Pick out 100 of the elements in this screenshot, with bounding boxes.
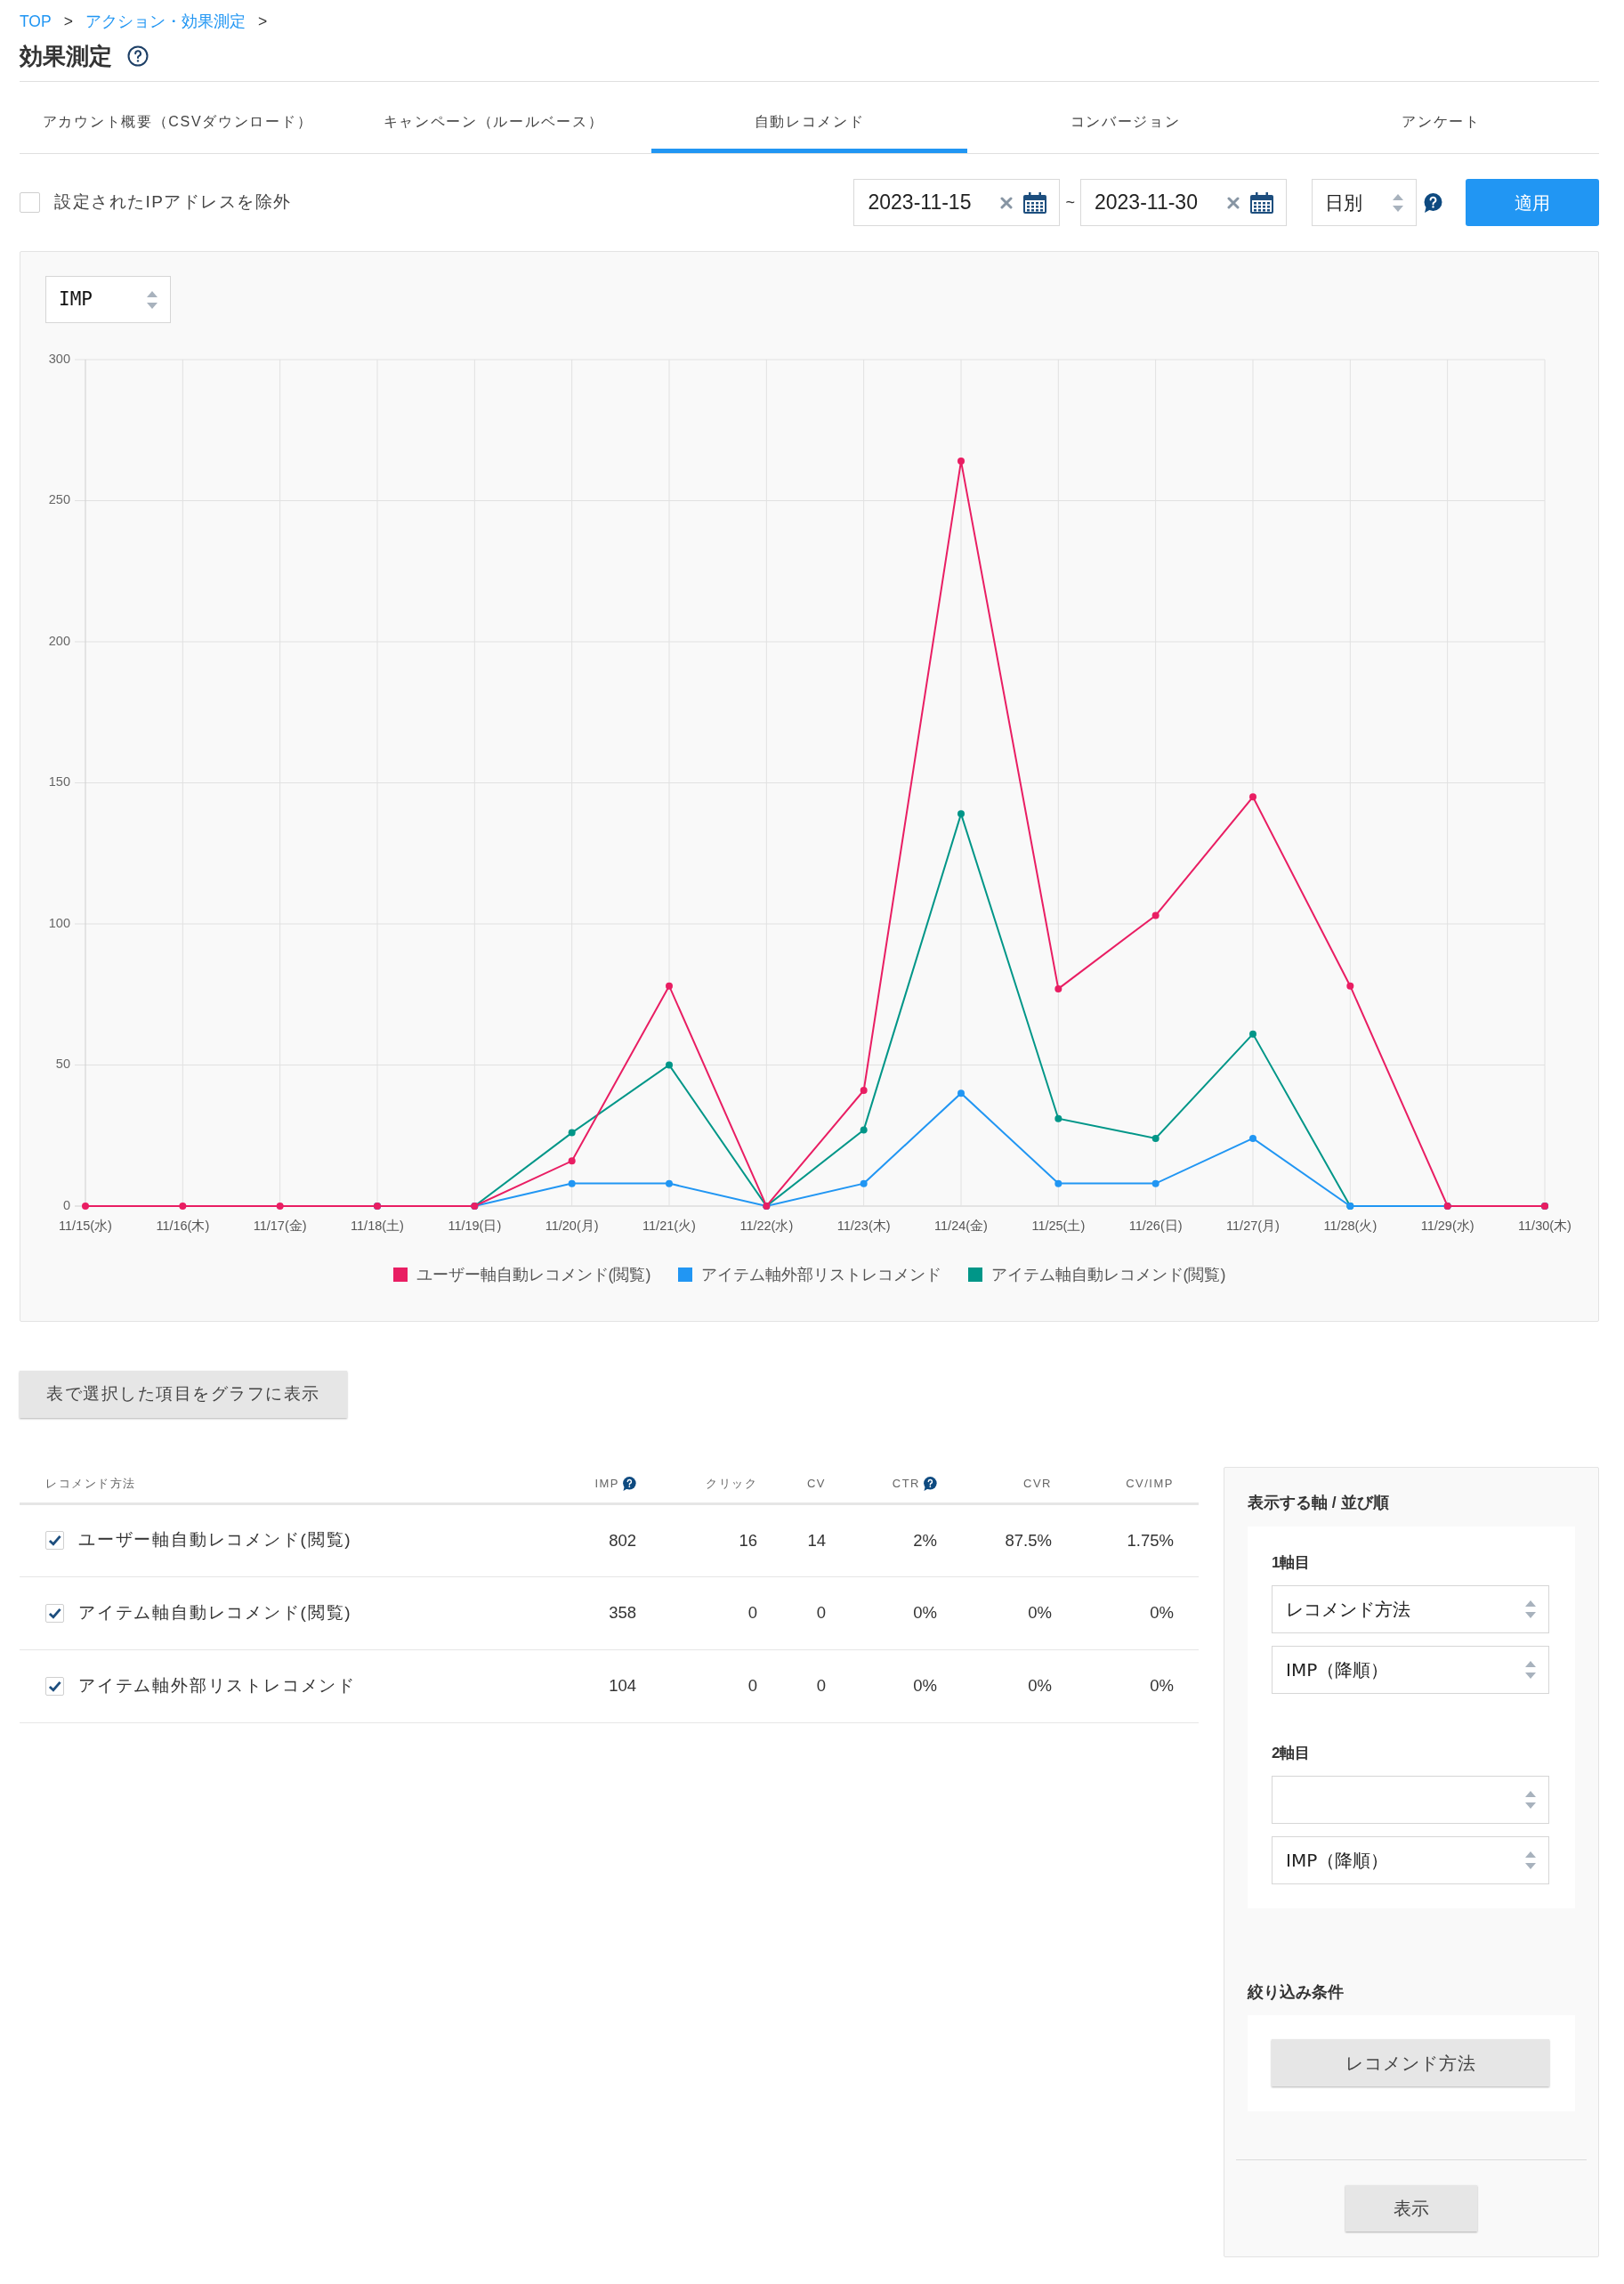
tab[interactable]: アンケート xyxy=(1283,82,1599,153)
section-title: 表示する軸 / 並び順 xyxy=(1248,1494,1390,1511)
close-icon[interactable] xyxy=(1000,196,1014,209)
y-axis-label: 150 xyxy=(48,774,70,790)
table-cell: 0 xyxy=(816,1676,826,1696)
data-point xyxy=(666,982,673,990)
close-icon[interactable] xyxy=(1227,196,1240,209)
help-icon[interactable] xyxy=(923,1476,937,1491)
select-arrows-icon xyxy=(1525,1791,1536,1809)
table-cell: 0% xyxy=(1150,1603,1174,1623)
data-point xyxy=(1249,793,1256,801)
x-axis-label: 11/15(水) xyxy=(59,1218,112,1233)
calendar-icon[interactable] xyxy=(1023,191,1047,214)
calendar-icon[interactable] xyxy=(1250,191,1273,214)
table-cell: 0 xyxy=(747,1603,757,1623)
checkbox[interactable] xyxy=(45,1676,64,1696)
data-point xyxy=(957,1089,965,1097)
help-icon[interactable] xyxy=(127,45,149,67)
table-cell: 0 xyxy=(747,1676,757,1696)
legend-label: ユーザー軸自動レコメンド(閲覧) xyxy=(416,1264,651,1285)
data-point xyxy=(666,1179,673,1187)
checkmark-icon xyxy=(48,1679,61,1693)
table-cell: 0% xyxy=(913,1676,937,1696)
help-icon[interactable] xyxy=(1423,192,1442,213)
data-point xyxy=(1151,1134,1159,1142)
filter-button[interactable]: レコメンド方法 xyxy=(1272,2039,1549,2086)
data-point xyxy=(179,1203,187,1210)
checkbox[interactable] xyxy=(45,1603,64,1623)
x-axis-label: 11/19(日) xyxy=(448,1218,502,1233)
page-title: 効果測定 xyxy=(20,41,112,71)
column-header: CV xyxy=(806,1476,826,1492)
legend-label: アイテム軸自動レコメンド(閲覧) xyxy=(990,1264,1226,1285)
x-axis-label: 11/21(火) xyxy=(642,1218,696,1233)
metric-select[interactable]: IMP xyxy=(45,276,171,323)
data-point xyxy=(957,810,965,818)
x-axis-label: 11/27(月) xyxy=(1226,1218,1280,1233)
help-icon[interactable] xyxy=(622,1476,636,1491)
select-field[interactable]: IMP（降順） xyxy=(1272,1836,1549,1884)
data-point xyxy=(1151,911,1159,919)
column-header: IMP xyxy=(594,1476,619,1492)
select-arrows-icon xyxy=(1393,193,1403,212)
y-axis-label: 0 xyxy=(62,1197,70,1212)
period-select[interactable]: 日別 xyxy=(1312,179,1417,226)
table-cell: 16 xyxy=(739,1530,757,1550)
x-axis-label: 11/29(水) xyxy=(1420,1218,1475,1233)
x-axis-label: 11/28(火) xyxy=(1323,1218,1378,1233)
select-field[interactable]: レコメンド方法 xyxy=(1272,1585,1549,1633)
axis-label: 2軸目 xyxy=(1272,1746,1312,1761)
table-cell: 0% xyxy=(1028,1676,1052,1696)
select-arrows-icon xyxy=(1525,1851,1536,1869)
table-cell: 14 xyxy=(807,1530,826,1550)
column-header: CV/IMP xyxy=(1126,1476,1174,1492)
table-cell: 87.5% xyxy=(1005,1530,1052,1550)
date-field[interactable]: 2023-11-15 xyxy=(853,179,1061,226)
breadcrumb-separator: > xyxy=(257,11,268,32)
checkmark-icon xyxy=(48,1534,61,1547)
tab[interactable]: コンバージョン xyxy=(967,82,1283,153)
column-header: CVR xyxy=(1023,1476,1052,1492)
data-point xyxy=(1249,1134,1256,1142)
x-axis-label: 11/17(金) xyxy=(253,1218,307,1233)
table-cell: 0% xyxy=(1028,1603,1052,1623)
data-point xyxy=(860,1179,868,1187)
data-point xyxy=(1054,1179,1062,1187)
breadcrumb-separator: > xyxy=(63,11,73,32)
data-point xyxy=(1151,1179,1159,1187)
y-axis-label: 50 xyxy=(55,1057,70,1072)
data-point xyxy=(860,1126,868,1134)
x-axis-label: 11/24(金) xyxy=(934,1218,988,1233)
select-arrows-icon xyxy=(1525,1600,1536,1618)
data-point xyxy=(276,1203,284,1210)
show-in-graph-button[interactable]: 表で選択した項目をグラフに表示 xyxy=(20,1371,347,1418)
table-cell: 802 xyxy=(609,1530,636,1550)
table-cell: 0% xyxy=(913,1603,937,1623)
select-field[interactable]: IMP（降順） xyxy=(1272,1646,1549,1694)
date-field[interactable]: 2023-11-30 xyxy=(1080,179,1287,226)
tab[interactable]: アカウント概要（CSVダウンロード） xyxy=(20,82,335,153)
select-field[interactable] xyxy=(1272,1776,1549,1824)
x-axis-label: 11/23(木) xyxy=(836,1218,891,1233)
table-cell: 104 xyxy=(609,1676,636,1696)
table-cell: 2% xyxy=(913,1530,937,1550)
checkbox[interactable] xyxy=(45,1531,64,1550)
x-axis-label: 11/26(日) xyxy=(1128,1218,1183,1233)
y-axis-label: 100 xyxy=(48,915,70,930)
data-point xyxy=(957,458,965,466)
checkbox[interactable] xyxy=(20,192,40,213)
column-header: クリック xyxy=(706,1476,757,1492)
x-axis-label: 11/30(木) xyxy=(1518,1218,1571,1233)
table-cell: 0 xyxy=(816,1603,826,1623)
x-axis-label: 11/18(土) xyxy=(351,1218,404,1233)
tab[interactable]: 自動レコメンド xyxy=(651,82,967,153)
y-axis-label: 250 xyxy=(48,492,70,507)
x-axis-label: 11/16(木) xyxy=(156,1218,210,1233)
legend-label: アイテム軸外部リストレコメンド xyxy=(700,1264,941,1285)
select-arrows-icon xyxy=(1525,1661,1536,1679)
display-button[interactable]: 表示 xyxy=(1345,2185,1477,2231)
tab[interactable]: キャンペーン（ルールベース） xyxy=(335,82,651,153)
x-axis-label: 11/22(水) xyxy=(739,1218,794,1233)
data-point xyxy=(568,1179,576,1187)
data-point xyxy=(1054,984,1062,992)
axis-label: 1軸目 xyxy=(1272,1556,1312,1570)
